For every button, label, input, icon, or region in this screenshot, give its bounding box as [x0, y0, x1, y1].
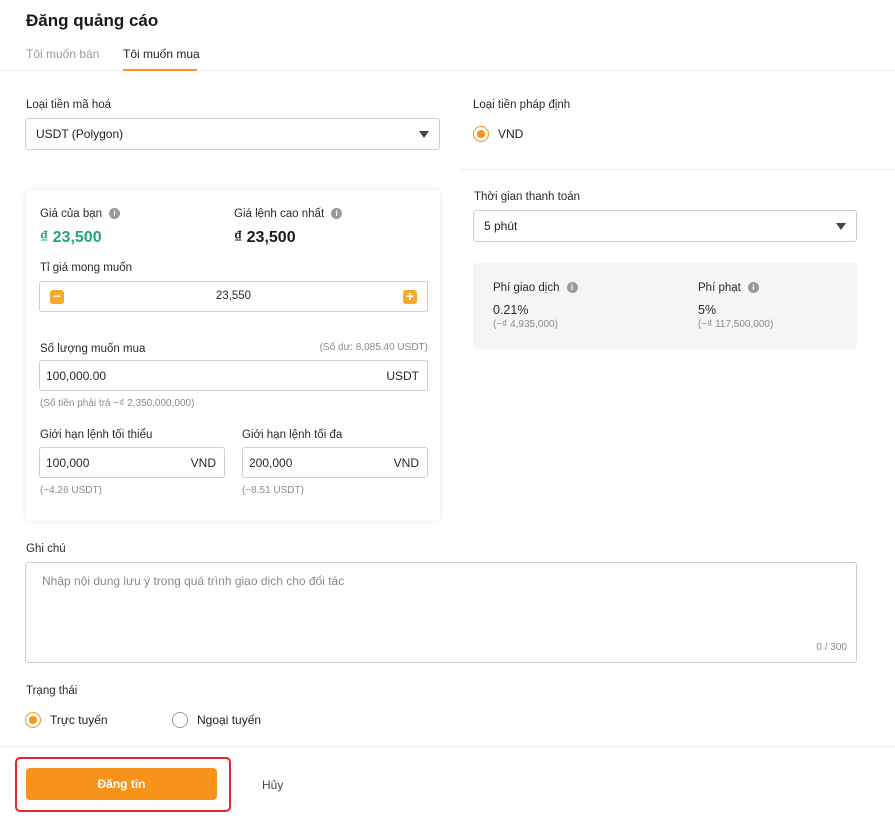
payment-time-value: 5 phút	[484, 219, 518, 233]
fiat-label: Loại tiền pháp định	[473, 99, 571, 111]
min-limit-hint: (~4.26 USDT)	[40, 485, 102, 496]
chevron-down-icon	[836, 222, 846, 230]
note-label: Ghi chú	[26, 543, 66, 555]
trade-fee-value: 0.21%	[493, 303, 529, 317]
payment-time-label: Thời gian thanh toán	[474, 191, 581, 203]
status-radio-online[interactable]: Trực tuyến	[25, 712, 108, 728]
radio-selected-icon	[473, 126, 489, 142]
crypto-select-value: USDT (Polygon)	[36, 127, 124, 141]
cancel-button[interactable]: Hủy	[262, 778, 283, 792]
trade-fee-amount: (~₫ 4,935,000)	[493, 319, 558, 330]
info-icon: i	[109, 208, 121, 220]
crypto-label: Loại tiền mã hoá	[26, 99, 112, 111]
info-icon: i	[566, 282, 578, 294]
status-label: Trạng thái	[26, 685, 78, 697]
min-limit-input[interactable]	[46, 455, 165, 470]
submit-button[interactable]: Đăng tin	[26, 768, 217, 800]
highest-price-value: ₫ 23,500	[234, 229, 296, 246]
fiat-radio-vnd[interactable]: VND	[473, 126, 523, 142]
max-limit-input[interactable]	[249, 455, 368, 470]
status-offline-label: Ngoại tuyến	[197, 713, 262, 727]
balance-text: (Số dư: 8,085.40 USDT)	[319, 342, 428, 353]
quantity-field[interactable]: USDT	[39, 360, 428, 391]
info-icon: i	[747, 282, 759, 294]
penalty-label: Phí phạt i	[698, 282, 759, 294]
footer-divider	[0, 746, 895, 747]
min-limit-label: Giới hạn lệnh tối thiểu	[40, 429, 153, 441]
note-textarea[interactable]	[26, 563, 856, 662]
penalty-amount: (~₫ 117,500,000)	[698, 319, 774, 330]
rate-stepper[interactable]: − 23,550 +	[39, 281, 428, 312]
radio-unselected-icon	[172, 712, 188, 728]
price-card: Giá của bạn i ₫ 23,500 Giá lệnh cao nhất i…	[26, 190, 440, 521]
tab-buy[interactable]: Tôi muốn mua	[123, 47, 200, 61]
your-price-label: Giá của bạn i	[40, 208, 121, 220]
plus-icon[interactable]: +	[403, 289, 417, 304]
note-counter: 0 / 300	[816, 642, 847, 653]
min-limit-unit: VND	[190, 455, 216, 470]
rate-value: 23,550	[215, 290, 252, 302]
note-box: 0 / 300	[25, 562, 857, 663]
penalty-value: 5%	[698, 303, 717, 317]
fiat-radio-label: VND	[498, 127, 524, 141]
section-divider	[460, 169, 895, 170]
your-price-value: ₫ 23,500	[40, 229, 102, 246]
status-radio-offline[interactable]: Ngoại tuyến	[172, 712, 261, 728]
page-title: Đăng quảng cáo	[26, 11, 159, 30]
chevron-down-icon	[419, 130, 429, 138]
pay-amount-hint: (Số tiền phải trả ~₫ 2,350,000,000)	[40, 398, 195, 409]
max-limit-unit: VND	[393, 455, 419, 470]
quantity-unit: USDT	[386, 368, 419, 383]
rate-label: Tỉ giá mong muốn	[40, 262, 133, 274]
fee-box: Phí giao dịch i 0.21% (~₫ 4,935,000) Phí …	[473, 263, 857, 349]
tab-active-underline	[123, 69, 197, 71]
tab-sell[interactable]: Tôi muốn bán	[26, 47, 99, 61]
tab-bar: Tôi muốn bán Tôi muốn mua	[0, 40, 895, 71]
crypto-select[interactable]: USDT (Polygon)	[25, 118, 440, 150]
radio-selected-icon	[25, 712, 41, 728]
min-limit-field[interactable]: VND	[39, 447, 225, 478]
status-online-label: Trực tuyến	[50, 713, 108, 727]
highest-price-label: Giá lệnh cao nhất i	[234, 208, 343, 220]
quantity-input[interactable]	[46, 368, 308, 383]
info-icon: i	[331, 208, 343, 220]
max-limit-label: Giới hạn lệnh tối đa	[242, 429, 343, 441]
max-limit-hint: (~8.51 USDT)	[242, 485, 304, 496]
quantity-label: Số lượng muốn mua	[40, 343, 146, 355]
max-limit-field[interactable]: VND	[242, 447, 428, 478]
payment-time-select[interactable]: 5 phút	[473, 210, 857, 242]
trade-fee-label: Phí giao dịch i	[493, 282, 578, 294]
